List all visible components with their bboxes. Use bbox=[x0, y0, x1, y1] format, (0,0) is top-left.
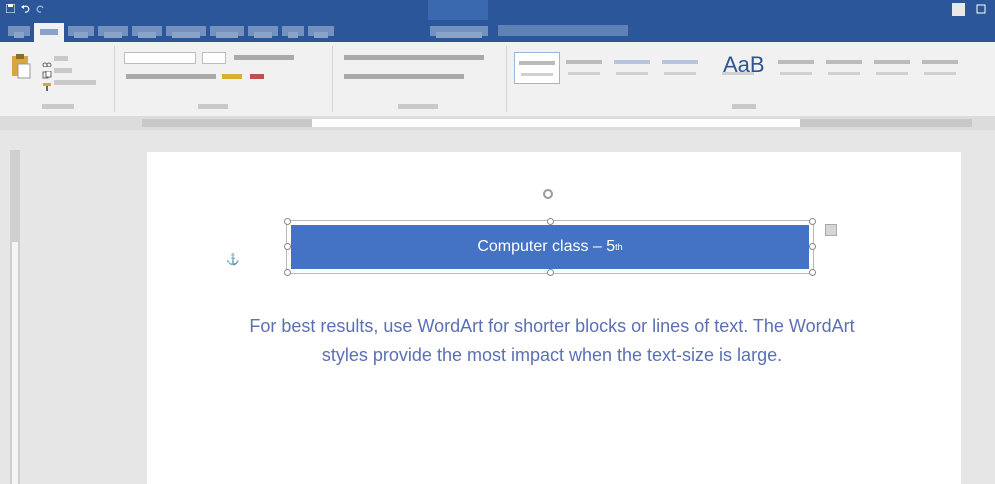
tab-home[interactable] bbox=[34, 23, 64, 42]
wordart-fill[interactable]: Computer class – 5th bbox=[291, 225, 809, 269]
rotate-handle-icon[interactable] bbox=[543, 189, 553, 199]
layout-options-icon[interactable] bbox=[825, 224, 837, 236]
style-no-spacing[interactable] bbox=[562, 52, 606, 82]
font-size-box[interactable] bbox=[202, 52, 226, 64]
wordart-title: Computer class – 5 bbox=[477, 238, 616, 255]
style-subtitle[interactable] bbox=[774, 52, 818, 82]
tab-help[interactable] bbox=[308, 26, 334, 38]
undo-icon[interactable] bbox=[21, 4, 30, 13]
style-intense-emphasis[interactable] bbox=[918, 52, 962, 82]
tab-format[interactable] bbox=[430, 26, 488, 38]
paste-icon[interactable] bbox=[10, 52, 32, 87]
contextual-tab-header bbox=[428, 0, 488, 20]
font-group bbox=[118, 46, 333, 112]
title-bar bbox=[0, 0, 995, 20]
ribbon: AaB bbox=[0, 42, 995, 117]
tab-view[interactable] bbox=[282, 26, 304, 38]
format-painter-icon[interactable] bbox=[42, 78, 52, 96]
tab-mailings[interactable] bbox=[210, 26, 244, 38]
resize-handle-right[interactable] bbox=[809, 243, 816, 250]
resize-handle-top[interactable] bbox=[547, 218, 554, 225]
style-heading-2[interactable] bbox=[658, 52, 702, 82]
body-paragraph[interactable]: For best results, use WordArt for shorte… bbox=[242, 312, 862, 370]
wordart-title-superscript: th bbox=[615, 242, 623, 252]
ribbon-display-options-icon[interactable] bbox=[975, 3, 987, 15]
clipboard-group bbox=[4, 46, 115, 112]
tab-insert[interactable] bbox=[68, 26, 94, 38]
redo-icon[interactable] bbox=[36, 4, 45, 13]
resize-handle-tl[interactable] bbox=[284, 218, 291, 225]
style-subtle-emphasis[interactable] bbox=[822, 52, 866, 82]
tab-layout[interactable] bbox=[132, 26, 162, 38]
save-icon[interactable] bbox=[5, 3, 16, 14]
resize-handle-left[interactable] bbox=[284, 243, 291, 250]
horizontal-ruler[interactable] bbox=[0, 116, 995, 130]
anchor-icon: ⚓ bbox=[226, 254, 240, 266]
paragraph-group bbox=[336, 46, 507, 112]
tab-review[interactable] bbox=[248, 26, 278, 38]
font-name-box[interactable] bbox=[124, 52, 196, 64]
styles-group: AaB bbox=[512, 46, 984, 112]
document-page[interactable]: ⚓ Computer class – 5th For best results,… bbox=[147, 152, 961, 484]
style-emphasis[interactable] bbox=[870, 52, 914, 82]
vertical-ruler[interactable] bbox=[10, 150, 20, 484]
resize-handle-tr[interactable] bbox=[809, 218, 816, 225]
resize-handle-bottom[interactable] bbox=[547, 269, 554, 276]
wordart-textbox[interactable]: Computer class – 5th bbox=[284, 218, 816, 276]
resize-handle-bl[interactable] bbox=[284, 269, 291, 276]
style-normal[interactable] bbox=[514, 52, 560, 84]
quick-access-toolbar bbox=[5, 3, 45, 14]
tab-file[interactable] bbox=[8, 26, 30, 38]
style-title-sample[interactable]: AaB bbox=[723, 52, 765, 78]
ribbon-tabs bbox=[0, 20, 995, 42]
tell-me-search[interactable] bbox=[498, 25, 628, 36]
tab-references[interactable] bbox=[166, 26, 206, 38]
tab-design[interactable] bbox=[98, 26, 128, 38]
avatar[interactable] bbox=[952, 3, 965, 16]
style-heading-1[interactable] bbox=[610, 52, 654, 82]
resize-handle-br[interactable] bbox=[809, 269, 816, 276]
